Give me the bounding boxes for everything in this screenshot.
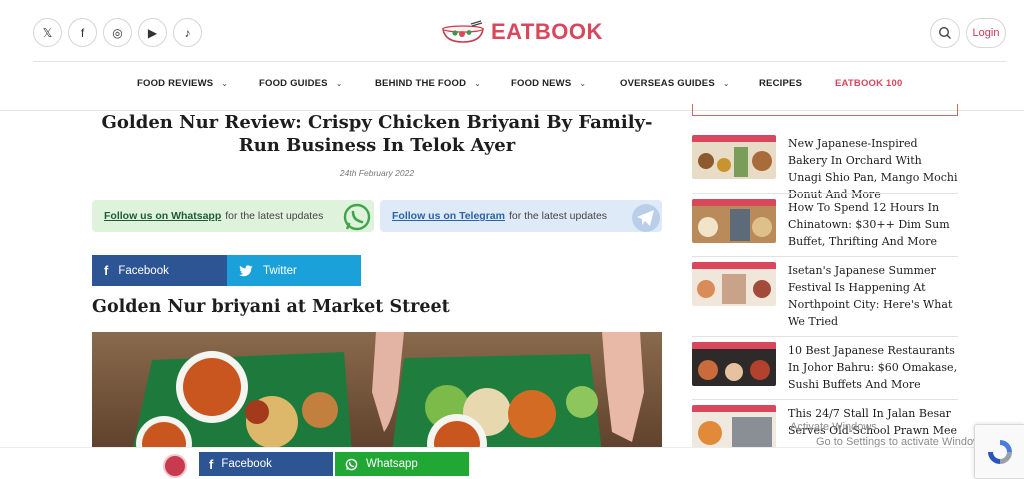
sidebar-article-title[interactable]: Isetan's Japanese Summer Festival Is Hap… — [788, 262, 958, 330]
sidebar-article-2[interactable]: How To Spend 12 Hours In Chinatown: $30+… — [692, 199, 958, 250]
share-facebook-button[interactable]: f Facebook — [92, 255, 227, 286]
follow-whatsapp-banner: Follow us on Whatsapp for the latest upd… — [92, 200, 374, 232]
recaptcha-icon — [987, 439, 1012, 464]
nav-label: OVERSEAS GUIDES — [620, 78, 715, 89]
sidebar-divider — [692, 256, 958, 257]
telegram-icon — [632, 204, 660, 232]
brand-name: EATBOOK — [491, 19, 603, 44]
bottom-facebook-label: Facebook — [221, 458, 272, 470]
sidebar-divider — [692, 399, 958, 400]
nav-food-reviews[interactable]: FOOD REVIEWS ⌄ — [137, 78, 228, 89]
bottom-whatsapp-label: Whatsapp — [366, 458, 418, 470]
recaptcha-badge[interactable] — [974, 424, 1024, 479]
nav-label: FOOD GUIDES — [259, 78, 328, 89]
login-button[interactable]: Login — [966, 18, 1006, 48]
sidebar-divider — [692, 336, 958, 337]
sidebar-divider — [692, 193, 958, 194]
main-nav: FOOD REVIEWS ⌄ FOOD GUIDES ⌄ BEHIND THE FO… — [0, 78, 1024, 94]
whatsapp-icon — [345, 458, 358, 470]
article-thumbnail[interactable] — [692, 262, 776, 306]
sidebar-article-title[interactable]: 10 Best Japanese Restaurants In Johor Ba… — [788, 342, 958, 393]
follow-telegram-banner: Follow us on Telegram for the latest upd… — [380, 200, 662, 232]
follow-telegram-text: for the latest updates — [508, 210, 608, 222]
article-subheading: Golden Nur briyani at Market Street — [92, 297, 450, 317]
bottom-facebook-button[interactable]: f Facebook — [199, 452, 333, 476]
share-twitter-label: Twitter — [263, 264, 297, 277]
header-divider — [33, 61, 1006, 62]
hero-image-briyani — [92, 332, 662, 452]
nav-label: FOOD NEWS — [511, 78, 572, 89]
facebook-icon[interactable]: f — [68, 18, 97, 47]
chevron-down-icon: ⌄ — [579, 79, 587, 88]
sticky-share-bar: f Facebook Whatsapp — [0, 447, 1024, 479]
nav-label: BEHIND THE FOOD — [375, 78, 467, 89]
article-thumbnail[interactable] — [692, 135, 776, 179]
article-date: 24th February 2022 — [339, 168, 415, 178]
follow-telegram-link[interactable]: Follow us on Telegram — [392, 210, 505, 222]
chevron-down-icon: ⌄ — [474, 79, 482, 88]
search-icon — [938, 26, 951, 39]
chevron-down-icon: ⌄ — [722, 79, 730, 88]
site-logo[interactable]: EATBOOK — [441, 19, 603, 45]
sidebar-widget-edge — [692, 104, 958, 116]
nav-food-guides[interactable]: FOOD GUIDES ⌄ — [259, 78, 343, 89]
article-thumbnail[interactable] — [692, 342, 776, 386]
site-header: 𝕏 f ◎ ▶ ♪ EATBOOK Login FOOD REVIEWS ⌄ FO… — [0, 0, 1024, 111]
share-facebook-label: Facebook — [118, 264, 169, 277]
nav-recipes[interactable]: RECIPES — [759, 78, 802, 89]
bottom-whatsapp-button[interactable]: Whatsapp — [335, 452, 469, 476]
bowl-logo-icon — [442, 20, 484, 43]
nav-label: EATBOOK 100 — [835, 78, 903, 89]
article-thumbnail[interactable] — [692, 199, 776, 243]
twitter-bird-icon — [239, 264, 253, 276]
share-twitter-button[interactable]: Twitter — [227, 255, 361, 286]
youtube-icon[interactable]: ▶ — [138, 18, 167, 47]
follow-whatsapp-text: for the latest updates — [225, 210, 324, 222]
chevron-down-icon: ⌄ — [221, 79, 229, 88]
chevron-down-icon: ⌄ — [335, 79, 343, 88]
article-title: Golden Nur Review: Crispy Chicken Briyan… — [101, 112, 653, 156]
instagram-icon[interactable]: ◎ — [103, 18, 132, 47]
nav-label: FOOD REVIEWS — [137, 78, 214, 89]
briyani-photo — [92, 332, 662, 452]
article-thumbnail[interactable] — [692, 405, 776, 449]
eatbook-badge-icon — [163, 454, 187, 478]
sidebar-article-title[interactable]: How To Spend 12 Hours In Chinatown: $30+… — [788, 199, 958, 250]
nav-label: RECIPES — [759, 78, 803, 89]
sidebar-article-3[interactable]: Isetan's Japanese Summer Festival Is Hap… — [692, 262, 958, 330]
tiktok-icon[interactable]: ♪ — [173, 18, 202, 47]
social-links: 𝕏 f ◎ ▶ ♪ — [33, 18, 202, 47]
x-icon[interactable]: 𝕏 — [33, 18, 62, 47]
search-button[interactable] — [930, 18, 960, 48]
whatsapp-icon — [343, 203, 371, 231]
nav-overseas-guides[interactable]: OVERSEAS GUIDES ⌄ — [620, 78, 730, 89]
nav-eatbook-100[interactable]: EATBOOK 100 — [835, 78, 903, 89]
follow-whatsapp-link[interactable]: Follow us on Whatsapp — [104, 210, 221, 222]
sidebar-article-4[interactable]: 10 Best Japanese Restaurants In Johor Ba… — [692, 342, 958, 393]
facebook-icon: f — [209, 456, 214, 472]
facebook-icon: f — [104, 263, 109, 278]
nav-behind-the-food[interactable]: BEHIND THE FOOD ⌄ — [375, 78, 481, 89]
nav-food-news[interactable]: FOOD NEWS ⌄ — [511, 78, 586, 89]
